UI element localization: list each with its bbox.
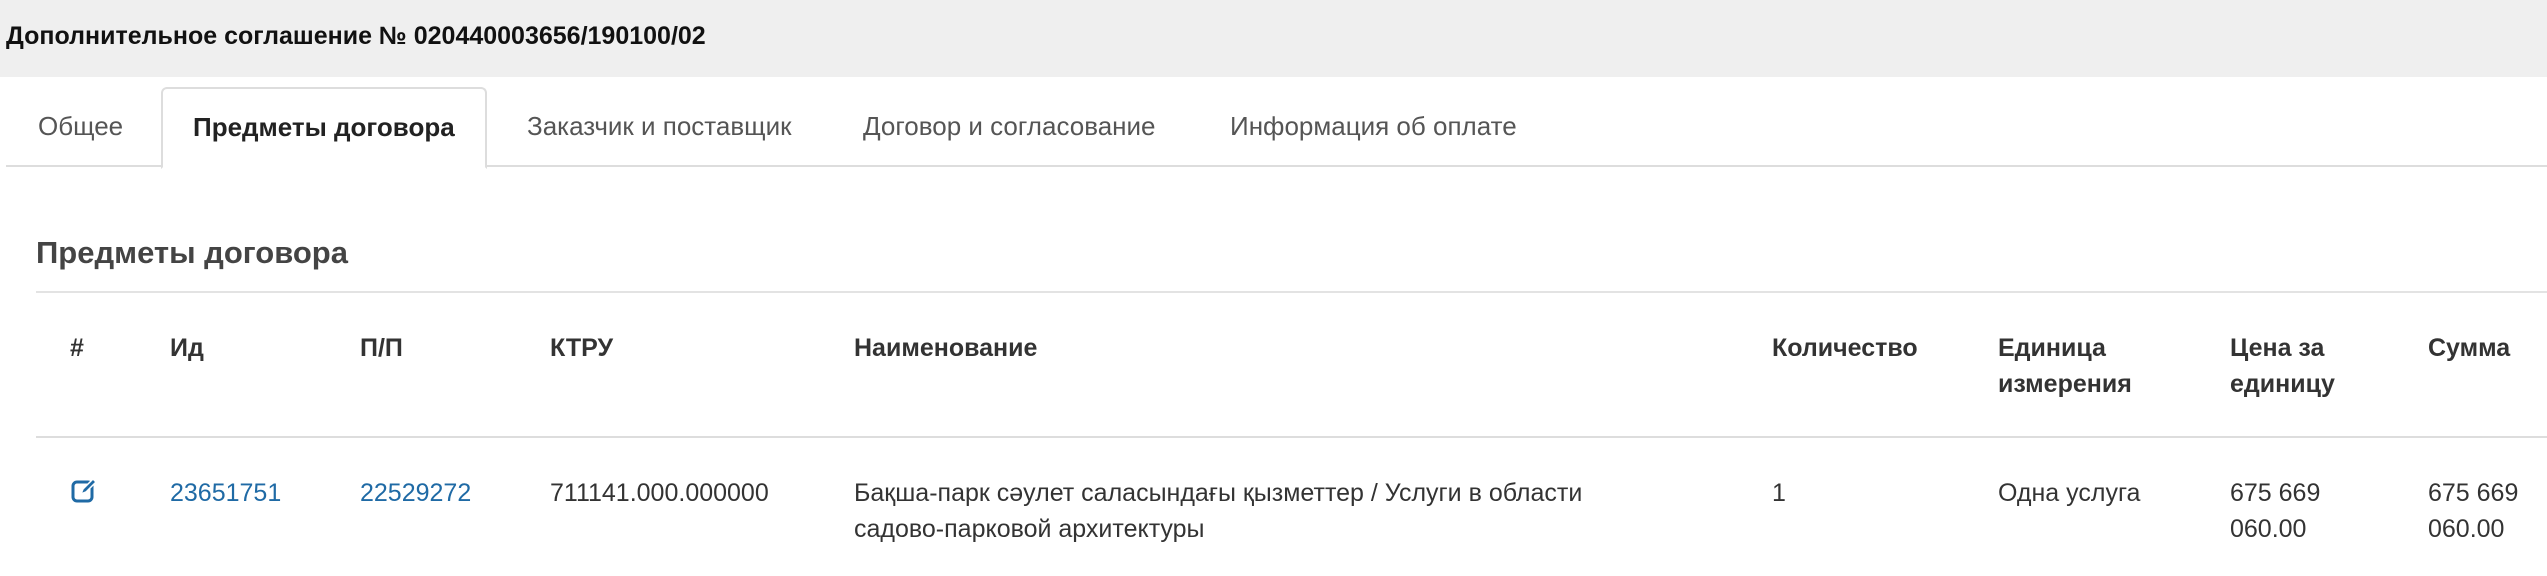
document-header: Дополнительное соглашение № 020440003656… bbox=[0, 0, 2547, 77]
row-pp-link[interactable]: 22529272 bbox=[360, 475, 471, 511]
section-divider bbox=[36, 291, 2547, 293]
row-quantity: 1 bbox=[1772, 479, 1786, 507]
section-title: Предметы договора bbox=[36, 235, 348, 270]
column-header-quantity: Количество bbox=[1772, 334, 1918, 362]
page-title: Дополнительное соглашение № 020440003656… bbox=[6, 22, 706, 50]
column-header-name: Наименование bbox=[854, 334, 1038, 362]
column-header-sum: Сумма bbox=[2428, 334, 2511, 362]
row-sum: 675 669 060.00 bbox=[2428, 479, 2519, 543]
tab-contract-approval[interactable]: Договор и согласование bbox=[863, 87, 1156, 165]
column-header-number: # bbox=[70, 334, 84, 362]
tab-bar: Общее Предметы договора Заказчик и поста… bbox=[6, 87, 2547, 169]
column-header-id: Ид bbox=[170, 334, 204, 362]
row-ktru: 711141.000.000000 bbox=[550, 479, 769, 507]
tab-general[interactable]: Общее bbox=[38, 87, 123, 165]
column-header-ktru: КТРУ bbox=[550, 334, 614, 362]
row-id-link[interactable]: 23651751 bbox=[170, 475, 281, 511]
row-id-link-text[interactable]: 23651751 bbox=[170, 479, 281, 507]
column-header-unit-price: Цена за единицу bbox=[2230, 334, 2335, 398]
table-header-divider bbox=[36, 436, 2547, 438]
tab-customer-supplier[interactable]: Заказчик и поставщик bbox=[527, 87, 791, 165]
column-header-unit: Единица измерения bbox=[1998, 334, 2132, 398]
row-name: Бақша-парк сәулет саласындағы қызметтер … bbox=[854, 479, 1583, 543]
edit-icon[interactable] bbox=[70, 477, 98, 505]
row-unit-price: 675 669 060.00 bbox=[2230, 479, 2321, 543]
row-pp-link-text[interactable]: 22529272 bbox=[360, 479, 471, 507]
row-unit: Одна услуга bbox=[1998, 479, 2141, 507]
tab-contract-items[interactable]: Предметы договора bbox=[161, 87, 487, 169]
tab-payment-info[interactable]: Информация об оплате bbox=[1230, 87, 1517, 165]
column-header-pp: П/П bbox=[360, 334, 403, 362]
